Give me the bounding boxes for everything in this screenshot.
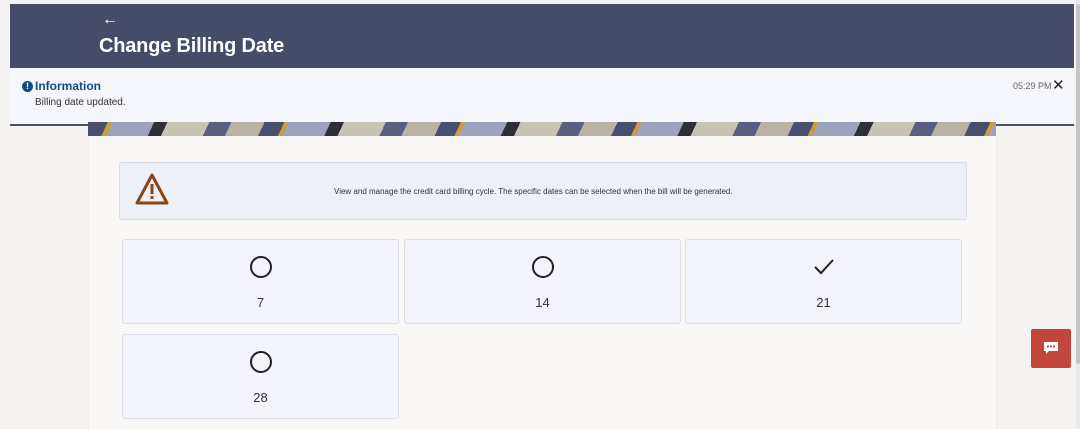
- billing-date-label: 21: [816, 295, 831, 310]
- checkmark-icon: [814, 259, 834, 275]
- decorative-banner: [88, 122, 996, 136]
- billing-date-label: 14: [535, 295, 550, 310]
- chat-icon: [1044, 342, 1058, 354]
- billing-date-option-28[interactable]: 28: [122, 334, 399, 419]
- billing-date-option-21[interactable]: 21: [685, 239, 962, 324]
- chat-button[interactable]: [1031, 329, 1071, 368]
- notification-message: Billing date updated.: [35, 97, 126, 108]
- info-icon: !: [22, 81, 33, 92]
- notification-time: 05:29 PM: [1013, 81, 1052, 91]
- billing-date-option-14[interactable]: 14: [404, 239, 681, 324]
- close-icon[interactable]: ✕: [1052, 76, 1065, 94]
- page-title: Change Billing Date: [99, 35, 285, 57]
- page-header: ← Change Billing Date: [10, 4, 1074, 68]
- warning-icon: [135, 173, 169, 205]
- notice-text: View and manage the credit card billing …: [334, 187, 733, 196]
- scrollbar-thumb[interactable]: [1076, 4, 1080, 364]
- billing-date-label: 28: [253, 390, 268, 405]
- billing-date-label: 7: [256, 295, 265, 310]
- radio-unselected-icon: [532, 256, 554, 278]
- info-notice: View and manage the credit card billing …: [119, 162, 967, 220]
- back-arrow-icon[interactable]: ←: [102, 12, 118, 28]
- notification-panel: ! Information Billing date updated. 05:2…: [10, 68, 1074, 126]
- billing-card: View and manage the credit card billing …: [89, 136, 996, 429]
- radio-unselected-icon: [250, 256, 272, 278]
- billing-date-option-7[interactable]: 7: [122, 239, 399, 324]
- notification-title: Information: [35, 79, 101, 93]
- radio-unselected-icon: [250, 351, 272, 373]
